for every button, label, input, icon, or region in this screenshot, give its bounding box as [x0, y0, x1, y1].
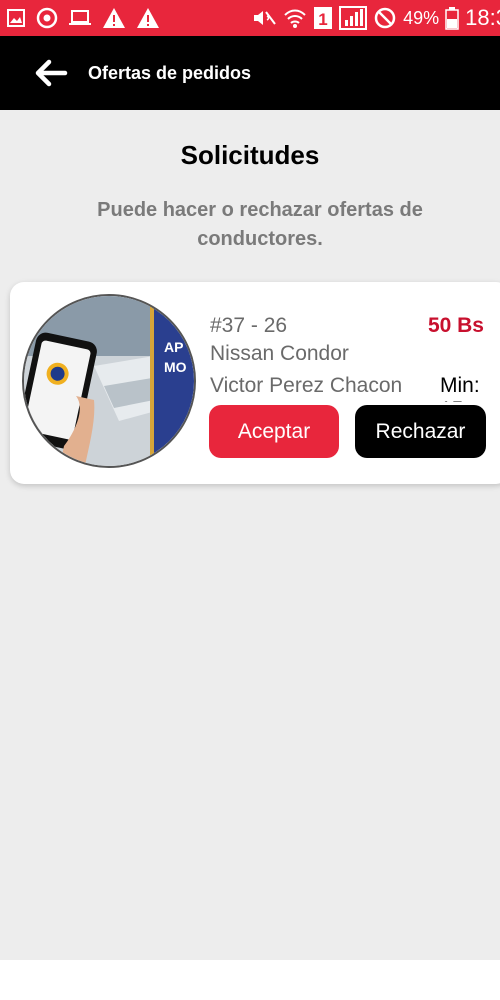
order-id: #37 - 26 — [210, 314, 288, 337]
sim-1-icon: 1 — [313, 6, 333, 30]
warning-icon — [102, 6, 126, 30]
gallery-icon — [6, 6, 26, 30]
eta-label: Min: — [440, 374, 480, 397]
arrow-left-icon — [35, 59, 68, 87]
reject-button[interactable]: Rechazar — [355, 405, 486, 458]
avatar-text-2: MO — [164, 359, 187, 375]
accept-button[interactable]: Aceptar — [209, 405, 339, 458]
main-content: Solicitudes Puede hacer o rechazar ofert… — [0, 110, 500, 960]
eta-box: Min: 15 — [440, 374, 500, 402]
battery-percent: 49% — [403, 7, 440, 28]
eta-value: 15 — [440, 398, 500, 402]
page-subtitle: Puede hacer o rechazar ofertas de conduc… — [97, 199, 423, 250]
driver-name: Victor Perez Chacon — [210, 374, 403, 397]
warning-icon — [136, 6, 160, 30]
laptop-icon — [68, 6, 92, 30]
battery-icon — [445, 6, 459, 30]
signal-icon — [339, 6, 368, 30]
back-button[interactable] — [34, 55, 70, 91]
svg-text:1: 1 — [318, 10, 327, 29]
offer-price: 50 Bs — [427, 314, 484, 337]
chrome-icon — [36, 6, 58, 30]
offer-card: AP MO #37 - 26 50 Bs Nissan Condor Victo… — [10, 282, 500, 484]
status-bar: 1 49% 18:3 — [0, 0, 500, 36]
blocked-icon — [373, 6, 397, 30]
mute-icon — [251, 6, 277, 30]
bottom-strip — [0, 960, 500, 1000]
notification-icons — [6, 6, 160, 30]
driver-avatar: AP MO — [22, 294, 196, 468]
page-title: Solicitudes — [180, 140, 320, 170]
clock: 18:3 — [465, 5, 500, 30]
wifi-icon — [283, 6, 307, 30]
vehicle-name: Nissan Condor — [210, 342, 349, 365]
app-bar-title: Ofertas de pedidos — [88, 62, 252, 83]
avatar-text-1: AP — [164, 339, 183, 355]
system-status-icons: 1 49% 18:3 — [251, 5, 500, 31]
app-bar: Ofertas de pedidos — [0, 36, 500, 110]
